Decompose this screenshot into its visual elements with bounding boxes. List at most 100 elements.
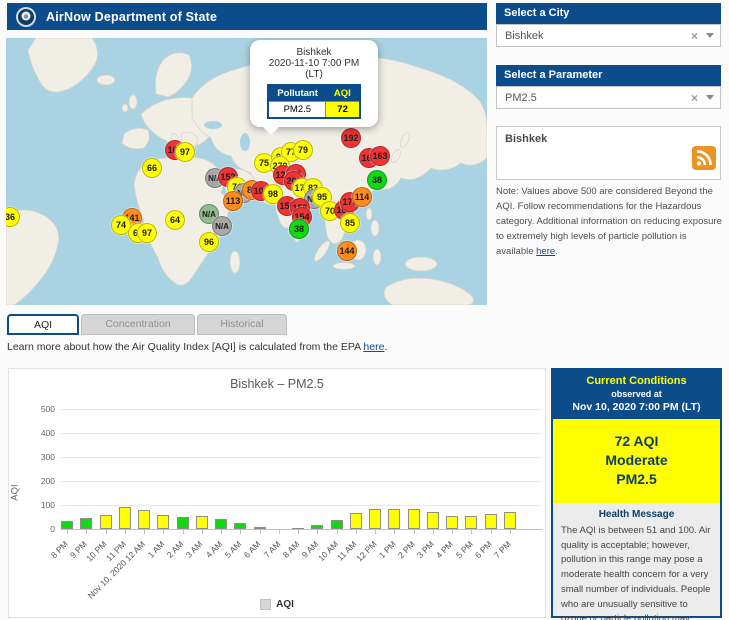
aqi-value: 72 AQI bbox=[553, 432, 720, 451]
popup-timezone: (LT) bbox=[256, 69, 372, 80]
tab-historical[interactable]: Historical bbox=[197, 314, 287, 335]
learn-more-period: . bbox=[384, 341, 387, 353]
x-tick bbox=[144, 530, 145, 534]
select-city-header: Select a City bbox=[496, 3, 721, 24]
aqi-map-marker[interactable]: 114 bbox=[352, 187, 372, 207]
x-tick bbox=[375, 530, 376, 534]
gridline bbox=[61, 433, 541, 434]
conditions-header: Current Conditions observed at Nov 10, 2… bbox=[553, 370, 720, 419]
note-text: Note: Values above 500 are considered Be… bbox=[496, 186, 722, 257]
aqi-pollutant: PM2.5 bbox=[553, 470, 720, 489]
clear-city-icon[interactable]: × bbox=[685, 29, 704, 43]
aqi-map-marker[interactable]: 79 bbox=[293, 140, 313, 160]
aqi-map-marker[interactable]: 38 bbox=[289, 219, 309, 239]
aqi-bar bbox=[61, 521, 73, 529]
x-tick bbox=[433, 530, 434, 534]
gridline bbox=[61, 457, 541, 458]
aqi-bar bbox=[177, 517, 189, 529]
learn-more-text: Learn more about how the Air Quality Ind… bbox=[7, 341, 387, 353]
popup-col-pollutant: Pollutant bbox=[268, 85, 326, 102]
note-here-link[interactable]: here bbox=[536, 246, 555, 257]
popup-city: Bishkek bbox=[256, 47, 372, 58]
aqi-map-marker[interactable]: 96 bbox=[199, 232, 219, 252]
gridline bbox=[61, 505, 541, 506]
learn-more-here-link[interactable]: here bbox=[363, 341, 384, 353]
aqi-map-marker[interactable]: 163 bbox=[370, 146, 390, 166]
city-select[interactable]: Bishkek × bbox=[496, 24, 721, 47]
aqi-map-marker[interactable]: 85 bbox=[340, 213, 360, 233]
x-tick-label: 5 PM bbox=[453, 539, 474, 560]
chart-tabs: AQI Concentration Historical bbox=[7, 314, 287, 335]
aqi-map-marker[interactable]: 64 bbox=[165, 210, 185, 230]
health-message-text: The AQI is between 51 and 100. Air quali… bbox=[553, 522, 720, 620]
x-tick bbox=[452, 530, 453, 534]
aqi-map-marker[interactable]: 38 bbox=[367, 170, 387, 190]
aqi-value-block: 72 AQI Moderate PM2.5 bbox=[553, 419, 720, 503]
chevron-down-icon[interactable] bbox=[706, 95, 714, 100]
x-tick bbox=[183, 530, 184, 534]
x-tick-label: 1 AM bbox=[146, 539, 167, 560]
aqi-map-marker[interactable]: 97 bbox=[137, 223, 157, 243]
x-tick-label: 11 AM bbox=[335, 539, 359, 563]
rss-feed-icon[interactable] bbox=[692, 146, 716, 170]
state-department-seal-icon bbox=[15, 6, 37, 28]
popup-table: Pollutant AQI PM2.5 72 bbox=[267, 84, 361, 119]
y-tick-label: 500 bbox=[17, 404, 55, 414]
chevron-down-icon[interactable] bbox=[706, 33, 714, 38]
tab-concentration[interactable]: Concentration bbox=[81, 314, 195, 335]
world-map[interactable]: 1679766N/A15271N/A84100113N/AN/A96641417… bbox=[6, 38, 487, 305]
y-tick-label: 300 bbox=[17, 452, 55, 462]
tab-aqi[interactable]: AQI bbox=[7, 314, 79, 335]
x-tick-label: 12 PM bbox=[354, 539, 378, 563]
aqi-map-marker[interactable]: 113 bbox=[223, 191, 243, 211]
x-tick-label: 10 AM bbox=[316, 539, 340, 563]
aqi-bar bbox=[485, 514, 497, 529]
aqi-bar bbox=[504, 512, 516, 529]
current-conditions-panel: Current Conditions observed at Nov 10, 2… bbox=[551, 368, 722, 618]
x-tick bbox=[337, 530, 338, 534]
popup-pollutant-value: PM2.5 bbox=[268, 102, 326, 119]
x-tick bbox=[394, 530, 395, 534]
x-tick bbox=[163, 530, 164, 534]
aqi-bar bbox=[215, 519, 227, 529]
x-tick-label: 6 AM bbox=[242, 539, 263, 560]
map-landmass bbox=[6, 38, 487, 305]
clear-parameter-icon[interactable]: × bbox=[685, 91, 704, 105]
popup-col-aqi: AQI bbox=[326, 85, 360, 102]
select-parameter-header: Select a Parameter bbox=[496, 65, 721, 86]
aqi-map-marker[interactable]: 144 bbox=[337, 241, 357, 261]
aqi-map-marker[interactable]: 97 bbox=[175, 142, 195, 162]
parameter-select[interactable]: PM2.5 × bbox=[496, 86, 721, 109]
x-tick bbox=[356, 530, 357, 534]
aqi-bar bbox=[465, 516, 477, 529]
aqi-bar bbox=[350, 513, 362, 529]
aqi-bar bbox=[196, 516, 208, 529]
aqi-bar bbox=[100, 515, 112, 529]
x-tick bbox=[125, 530, 126, 534]
aqi-map-marker[interactable]: 192 bbox=[341, 128, 361, 148]
legend-swatch bbox=[260, 599, 271, 610]
health-message-title: Health Message bbox=[553, 503, 720, 522]
x-tick-label: 5 AM bbox=[223, 539, 244, 560]
aqi-category: Moderate bbox=[553, 451, 720, 470]
x-tick bbox=[279, 530, 280, 534]
x-tick-label: 3 PM bbox=[415, 539, 436, 560]
conditions-datetime: Nov 10, 2020 7:00 PM (LT) bbox=[555, 401, 718, 413]
note-period: . bbox=[555, 246, 558, 257]
y-tick-label: 100 bbox=[17, 500, 55, 510]
x-tick-label: 3 AM bbox=[184, 539, 205, 560]
aqi-bar bbox=[138, 510, 150, 529]
gridline bbox=[61, 481, 541, 482]
x-tick bbox=[510, 530, 511, 534]
aqi-map-marker[interactable]: 66 bbox=[142, 158, 162, 178]
learn-more-prefix: Learn more about how the Air Quality Ind… bbox=[7, 341, 363, 353]
beyond-aqi-note: Note: Values above 500 are considered Be… bbox=[496, 184, 722, 259]
y-tick-label: 400 bbox=[17, 428, 55, 438]
app-header: AirNow Department of State bbox=[7, 3, 487, 30]
x-tick bbox=[221, 530, 222, 534]
app-title: AirNow Department of State bbox=[46, 10, 217, 24]
conditions-title: Current Conditions bbox=[555, 375, 718, 387]
city-feed-box[interactable]: Bishkek bbox=[496, 126, 721, 180]
x-tick-label: 8 AM bbox=[280, 539, 301, 560]
x-tick bbox=[260, 530, 261, 534]
